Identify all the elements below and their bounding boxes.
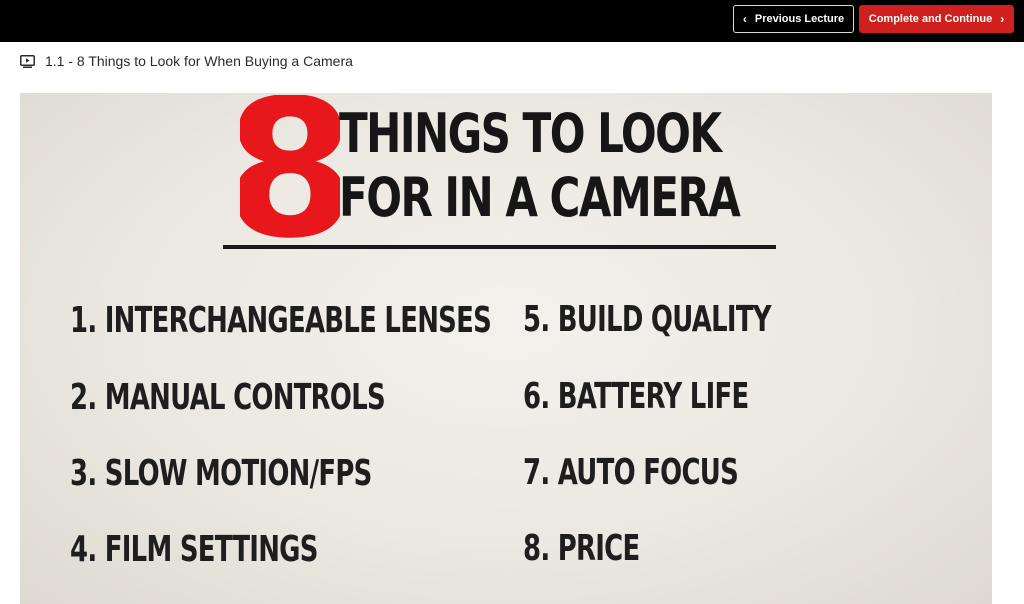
- big-number-text: 8: [240, 95, 340, 245]
- previous-lecture-label: Previous Lecture: [754, 13, 845, 25]
- headline-line-2: FOR IN A CAMERA: [339, 166, 741, 229]
- big-number-eight: 8: [240, 95, 340, 245]
- list-item: 3. SLOW MOTION/FPS: [70, 453, 372, 494]
- list-item: 1. INTERCHANGEABLE LENSES: [70, 300, 492, 341]
- slide-headline: THINGS TO LOOK FOR IN A CAMERA: [339, 102, 741, 230]
- chevron-left-icon: ‹: [742, 12, 747, 26]
- lecture-title-text: 1.1 - 8 Things to Look for When Buying a…: [45, 53, 353, 69]
- list-item: 8. PRICE: [523, 528, 640, 569]
- headline-line-1: THINGS TO LOOK: [339, 102, 722, 165]
- complete-and-continue-label: Complete and Continue: [868, 13, 993, 25]
- complete-and-continue-button[interactable]: Complete and Continue ›: [859, 5, 1014, 33]
- list-item: 7. AUTO FOCUS: [523, 452, 739, 493]
- list-item: 5. BUILD QUALITY: [523, 299, 772, 340]
- list-item: 4. FILM SETTINGS: [70, 529, 318, 570]
- list-item: 6. BATTERY LIFE: [523, 376, 749, 417]
- lecture-slide-image: 8 THINGS TO LOOK FOR IN A CAMERA 1. INTE…: [20, 93, 992, 604]
- previous-lecture-button[interactable]: ‹ Previous Lecture: [733, 5, 854, 33]
- chevron-right-icon: ›: [1000, 12, 1005, 26]
- video-play-icon: [20, 54, 35, 68]
- lecture-title: 1.1 - 8 Things to Look for When Buying a…: [20, 51, 353, 71]
- top-navigation-bar: ‹ Previous Lecture Complete and Continue…: [0, 0, 1024, 42]
- headline-underline: [223, 245, 776, 249]
- list-item: 2. MANUAL CONTROLS: [70, 377, 386, 418]
